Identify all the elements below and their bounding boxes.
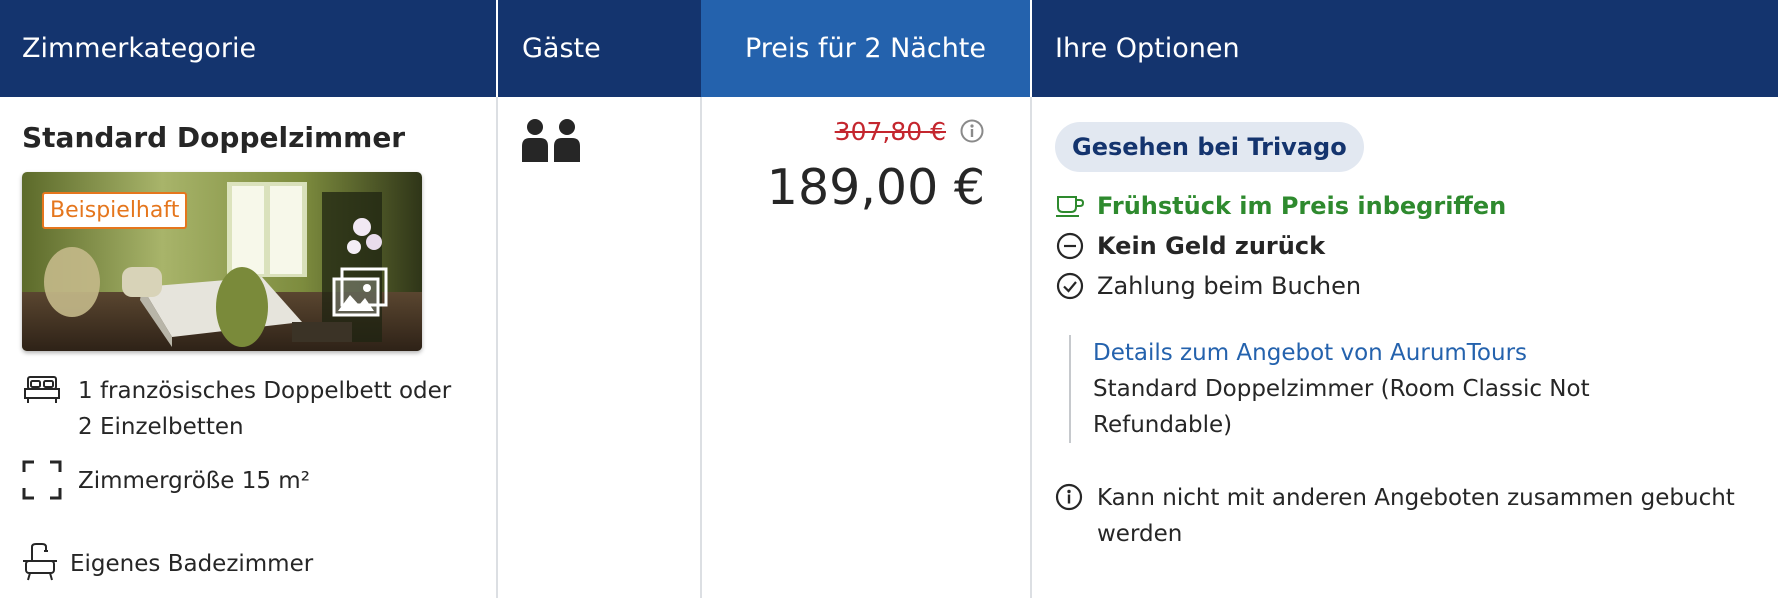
feature-bed-line2: 2 Einzelbetten: [78, 414, 244, 440]
feature-room-size: Zimmergröße 15 m²: [22, 460, 310, 500]
feature-bed: 1 französisches Doppelbett oder 2 Einzel…: [22, 373, 451, 445]
header-divider: [496, 0, 498, 97]
column-divider: [1030, 97, 1032, 598]
feature-bed-line1: 1 französisches Doppelbett oder: [78, 378, 452, 404]
gallery-icon[interactable]: [332, 267, 390, 319]
column-divider: [700, 97, 702, 598]
coffee-cup-icon: [1055, 191, 1085, 221]
current-price: 189,00 €: [766, 159, 985, 216]
refund-row: Kein Geld zurück: [1055, 231, 1325, 261]
info-icon[interactable]: [960, 119, 984, 143]
header-guests: Gäste: [522, 33, 601, 64]
header-options: Ihre Optionen: [1055, 33, 1240, 64]
feature-bathroom: Eigenes Badezimmer: [22, 543, 314, 582]
payment-text: Zahlung beim Buchen: [1097, 272, 1362, 300]
room-size-icon: [22, 460, 62, 500]
two-persons-icon: [522, 119, 580, 162]
combination-note-line2: werden: [1097, 521, 1183, 547]
offer-details-line2: Refundable): [1093, 412, 1233, 438]
offer-details-link[interactable]: Details zum Angebot von AurumTours: [1093, 340, 1527, 366]
info-circle-icon: [1055, 483, 1085, 513]
bathtub-icon: [22, 543, 58, 581]
combination-note-line1: Kann nicht mit anderen Angeboten zusamme…: [1097, 485, 1735, 511]
table-header: Zimmerkategorie Gäste Preis für 2 Nächte…: [0, 0, 1778, 97]
breakfast-row: Frühstück im Preis inbegriffen: [1055, 191, 1506, 221]
feature-bathroom-text: Eigenes Badezimmer: [70, 551, 314, 577]
header-price: Preis für 2 Nächte: [701, 0, 1030, 97]
combination-note: Kann nicht mit anderen Angeboten zusamme…: [1055, 480, 1775, 552]
room-photo[interactable]: Beispielhaft: [22, 172, 422, 351]
bed-icon: [22, 373, 62, 407]
refund-text: Kein Geld zurück: [1097, 232, 1326, 260]
room-title[interactable]: Standard Doppelzimmer: [22, 121, 405, 154]
feature-room-size-text: Zimmergröße 15 m²: [78, 468, 310, 494]
header-room-category: Zimmerkategorie: [22, 33, 257, 64]
header-divider: [1030, 0, 1032, 97]
check-circle-icon: [1055, 271, 1085, 301]
payment-row: Zahlung beim Buchen: [1055, 271, 1361, 301]
seen-on-badge: Gesehen bei Trivago: [1055, 122, 1364, 172]
offer-details-line1: Standard Doppelzimmer (Room Classic Not: [1093, 376, 1590, 402]
photo-badge: Beispielhaft: [42, 192, 188, 229]
original-price: 307,80 €: [834, 117, 946, 146]
minus-circle-icon: [1055, 231, 1085, 261]
breakfast-text: Frühstück im Preis inbegriffen: [1097, 192, 1507, 220]
column-divider: [496, 97, 498, 598]
guests-cell: [521, 118, 583, 166]
room-offer-table: Zimmerkategorie Gäste Preis für 2 Nächte…: [0, 0, 1778, 598]
offer-details: Details zum Angebot von AurumTours Stand…: [1069, 335, 1743, 443]
